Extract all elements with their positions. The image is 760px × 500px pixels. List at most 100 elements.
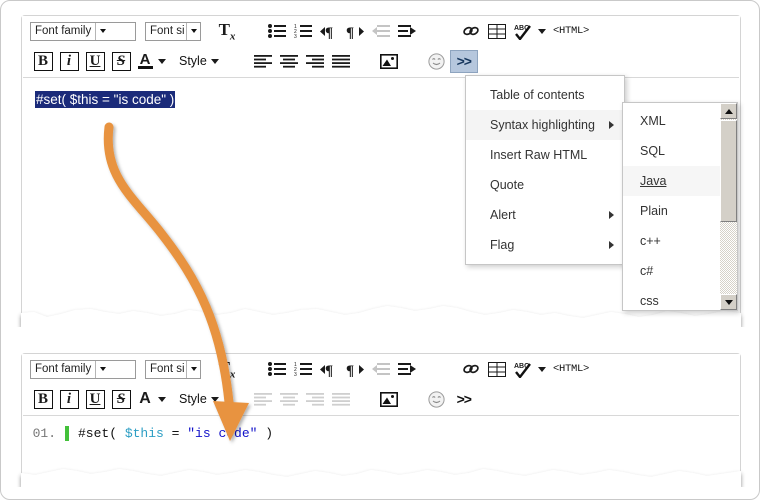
underline-button[interactable]: U bbox=[82, 387, 108, 411]
text-color-dropdown-button[interactable] bbox=[156, 387, 168, 411]
text-color-icon: A bbox=[139, 390, 151, 408]
scrollbar-up-button[interactable] bbox=[720, 103, 737, 119]
align-justify-button[interactable] bbox=[328, 387, 354, 411]
outdent-button[interactable] bbox=[368, 357, 394, 381]
paragraph-ltr-icon: ¶ bbox=[320, 24, 338, 39]
font-size-select[interactable]: Font si bbox=[145, 360, 201, 379]
underline-icon: U bbox=[86, 52, 105, 71]
menu-item-table-of-contents[interactable]: Table of contents bbox=[466, 80, 624, 110]
menu-item-label: Syntax highlighting bbox=[490, 118, 595, 132]
svg-text:¶: ¶ bbox=[346, 363, 354, 377]
submenu-item-csharp[interactable]: c# bbox=[623, 256, 720, 286]
paragraph-rtl-icon: ¶ bbox=[346, 24, 364, 39]
align-left-button[interactable] bbox=[250, 387, 276, 411]
html-source-button[interactable]: <HTML> bbox=[548, 357, 594, 381]
align-center-button[interactable] bbox=[276, 387, 302, 411]
indent-button[interactable] bbox=[394, 357, 420, 381]
underline-button[interactable]: U bbox=[82, 49, 108, 73]
more-tools-button[interactable]: >> bbox=[450, 50, 478, 73]
indent-button[interactable] bbox=[394, 19, 420, 43]
indent-icon bbox=[398, 363, 416, 376]
spellcheck-button[interactable]: ABC bbox=[510, 357, 536, 381]
align-left-button[interactable] bbox=[250, 49, 276, 73]
spellcheck-button[interactable]: ABC bbox=[510, 19, 536, 43]
menu-item-alert[interactable]: Alert bbox=[466, 200, 624, 230]
text-color-dropdown-button[interactable] bbox=[156, 49, 168, 73]
align-right-icon bbox=[306, 55, 324, 68]
code-token: "is code" bbox=[187, 426, 257, 441]
bold-button[interactable]: B bbox=[30, 49, 56, 73]
html-source-button[interactable]: <HTML> bbox=[548, 19, 594, 43]
menu-item-insert-raw-html[interactable]: Insert Raw HTML bbox=[466, 140, 624, 170]
submenu-item-plain[interactable]: Plain bbox=[623, 196, 720, 226]
bottom-editor-border: Font family Font si Tx bbox=[21, 353, 741, 485]
rtl-button[interactable]: ¶ bbox=[342, 357, 368, 381]
font-family-select[interactable]: Font family bbox=[30, 360, 136, 379]
link-button[interactable] bbox=[458, 357, 484, 381]
menu-item-flag[interactable]: Flag bbox=[466, 230, 624, 260]
emoticon-icon bbox=[428, 53, 445, 70]
code-token: $this bbox=[125, 426, 164, 441]
insert-image-button[interactable] bbox=[376, 49, 402, 73]
rtl-button[interactable]: ¶ bbox=[342, 19, 368, 43]
spellcheck-dropdown-button[interactable] bbox=[536, 19, 548, 43]
italic-button[interactable]: i bbox=[56, 387, 82, 411]
remove-formatting-button[interactable]: Tx bbox=[210, 19, 244, 43]
submenu-item-label: SQL bbox=[640, 144, 665, 158]
submenu-item-cpp[interactable]: c++ bbox=[623, 226, 720, 256]
align-left-icon bbox=[254, 393, 272, 406]
style-dropdown[interactable]: Style bbox=[174, 387, 224, 411]
align-right-button[interactable] bbox=[302, 387, 328, 411]
ordered-list-button[interactable]: 1 2 3 bbox=[290, 357, 316, 381]
align-justify-button[interactable] bbox=[328, 49, 354, 73]
menu-item-label: Alert bbox=[490, 208, 516, 222]
emoticon-button[interactable] bbox=[424, 387, 450, 411]
submenu-item-css[interactable]: css bbox=[623, 286, 720, 311]
menu-item-label: Table of contents bbox=[490, 88, 585, 102]
link-icon bbox=[462, 24, 480, 38]
font-size-select[interactable]: Font si bbox=[145, 22, 201, 41]
chevron-down-icon bbox=[186, 23, 200, 40]
style-dropdown[interactable]: Style bbox=[174, 49, 224, 73]
submenu-item-label: css bbox=[640, 294, 659, 308]
strikethrough-button[interactable]: S bbox=[108, 387, 134, 411]
align-right-button[interactable] bbox=[302, 49, 328, 73]
text-color-button[interactable]: A bbox=[134, 387, 156, 411]
scrollbar-thumb[interactable] bbox=[720, 120, 737, 222]
menu-item-syntax-highlighting[interactable]: Syntax highlighting bbox=[466, 110, 624, 140]
chevron-right-icon bbox=[609, 121, 614, 129]
bold-button[interactable]: B bbox=[30, 387, 56, 411]
text-color-icon: A bbox=[138, 53, 153, 69]
font-family-select[interactable]: Font family bbox=[30, 22, 136, 41]
text-color-button[interactable]: A bbox=[134, 49, 156, 73]
outdent-button[interactable] bbox=[368, 19, 394, 43]
scrollbar-down-button[interactable] bbox=[720, 294, 737, 310]
bottom-editor-content[interactable]: 01. #set( $this = "is code" ) bbox=[23, 415, 739, 485]
chevron-down-icon bbox=[538, 367, 546, 372]
insert-image-button[interactable] bbox=[376, 387, 402, 411]
remove-formatting-button[interactable]: Tx bbox=[210, 357, 244, 381]
italic-button[interactable]: i bbox=[56, 49, 82, 73]
unordered-list-button[interactable] bbox=[264, 19, 290, 43]
spellcheck-dropdown-button[interactable] bbox=[536, 357, 548, 381]
table-button[interactable] bbox=[484, 357, 510, 381]
submenu-item-sql[interactable]: SQL bbox=[623, 136, 720, 166]
more-tools-button[interactable]: >> bbox=[450, 387, 478, 411]
align-center-icon bbox=[280, 55, 298, 68]
ltr-button[interactable]: ¶ bbox=[316, 357, 342, 381]
align-center-button[interactable] bbox=[276, 49, 302, 73]
submenu-item-java[interactable]: Java bbox=[623, 166, 720, 196]
ordered-list-button[interactable]: 1 2 3 bbox=[290, 19, 316, 43]
screenshot-frame: Font family Font si Tx bbox=[0, 0, 760, 500]
table-button[interactable] bbox=[484, 19, 510, 43]
emoticon-button[interactable] bbox=[424, 49, 450, 73]
link-button[interactable] bbox=[458, 19, 484, 43]
code-token: = bbox=[164, 426, 187, 441]
strikethrough-button[interactable]: S bbox=[108, 49, 134, 73]
unordered-list-button[interactable] bbox=[264, 357, 290, 381]
ltr-button[interactable]: ¶ bbox=[316, 19, 342, 43]
html-source-label: <HTML> bbox=[553, 25, 589, 37]
submenu-scrollbar[interactable] bbox=[720, 103, 737, 310]
menu-item-quote[interactable]: Quote bbox=[466, 170, 624, 200]
submenu-item-xml[interactable]: XML bbox=[623, 106, 720, 136]
